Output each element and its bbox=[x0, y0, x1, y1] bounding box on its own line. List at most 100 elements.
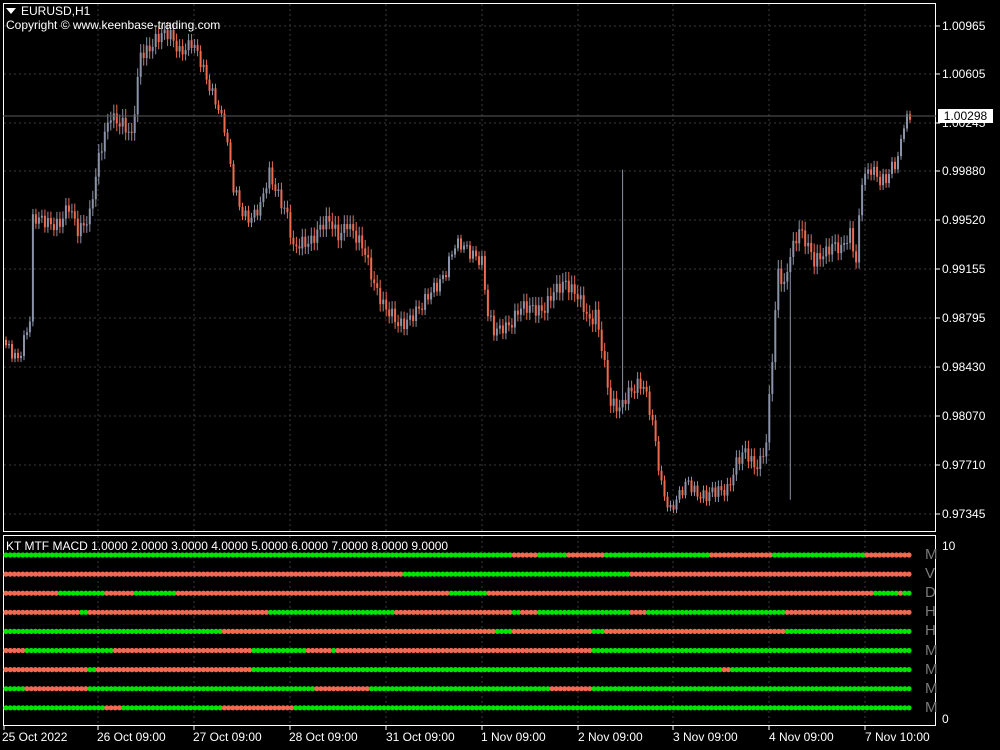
candle-body bbox=[624, 399, 627, 404]
candle-body bbox=[427, 294, 430, 300]
candle bbox=[567, 271, 570, 301]
candle-body bbox=[702, 490, 705, 499]
candle bbox=[367, 246, 370, 266]
candle bbox=[340, 224, 343, 249]
candle-body bbox=[690, 480, 693, 493]
macd-dot bbox=[906, 647, 912, 654]
candle bbox=[226, 129, 229, 146]
candle-body bbox=[196, 45, 199, 51]
candle-body bbox=[549, 296, 552, 301]
candle bbox=[816, 244, 819, 275]
candle bbox=[478, 251, 480, 270]
candle bbox=[594, 301, 597, 332]
time-label: 3 Nov 09:00 bbox=[673, 730, 738, 744]
candle bbox=[825, 238, 828, 264]
macd-dot bbox=[906, 686, 912, 692]
candle bbox=[729, 477, 732, 492]
candle-body bbox=[247, 210, 250, 223]
macd-dot bbox=[906, 667, 912, 673]
candle bbox=[663, 475, 666, 501]
candle-body bbox=[903, 128, 905, 139]
candle-body bbox=[181, 46, 184, 55]
dropdown-triangle-icon[interactable] bbox=[6, 7, 16, 14]
candle-body bbox=[795, 240, 798, 244]
candle bbox=[858, 208, 861, 269]
candle bbox=[148, 37, 151, 59]
candle-body bbox=[133, 114, 136, 133]
candle-body bbox=[55, 218, 58, 230]
candle bbox=[115, 104, 118, 132]
current-price-badge: 1.00298 bbox=[938, 109, 993, 123]
candle-body bbox=[738, 457, 741, 464]
candle bbox=[753, 448, 756, 475]
candle-body bbox=[415, 306, 418, 321]
candle bbox=[469, 241, 471, 263]
candle bbox=[495, 322, 498, 341]
candle-body bbox=[187, 40, 190, 51]
candle bbox=[70, 203, 73, 219]
candle-body bbox=[546, 296, 549, 313]
candle bbox=[492, 309, 495, 341]
candle bbox=[522, 293, 525, 316]
candle bbox=[451, 250, 453, 260]
candle bbox=[310, 227, 313, 251]
candle-body bbox=[340, 232, 343, 241]
candle-body bbox=[708, 492, 711, 502]
candle bbox=[76, 210, 79, 244]
candle-body bbox=[606, 360, 609, 388]
candle-body bbox=[519, 308, 522, 315]
candle-body bbox=[457, 238, 459, 249]
candle bbox=[454, 244, 456, 258]
macd-dot bbox=[906, 552, 912, 558]
candle bbox=[792, 232, 795, 265]
candle-body bbox=[564, 280, 567, 282]
price-label: 0.98430 bbox=[942, 360, 986, 374]
candle bbox=[870, 163, 873, 181]
candle bbox=[463, 241, 465, 253]
candle bbox=[343, 215, 346, 241]
candle bbox=[94, 168, 97, 207]
candle bbox=[714, 481, 717, 502]
candle-body bbox=[684, 481, 687, 496]
candle bbox=[633, 384, 636, 399]
candle-body bbox=[765, 442, 768, 457]
candle bbox=[618, 399, 621, 419]
candle bbox=[214, 83, 217, 109]
candle-body bbox=[885, 174, 888, 184]
candle-body bbox=[780, 268, 783, 285]
candle bbox=[612, 390, 615, 413]
candle-body bbox=[507, 322, 510, 326]
candle bbox=[430, 287, 433, 305]
candle bbox=[37, 211, 40, 229]
chart-canvas[interactable] bbox=[0, 0, 1000, 750]
candle bbox=[570, 275, 573, 301]
candle bbox=[23, 330, 25, 361]
candle-body bbox=[325, 216, 328, 230]
candle bbox=[795, 232, 798, 252]
price-label: 0.97345 bbox=[942, 507, 986, 521]
candle bbox=[660, 465, 663, 485]
candle-body bbox=[355, 230, 358, 243]
candle-body bbox=[79, 223, 82, 237]
candle bbox=[409, 308, 412, 326]
candle bbox=[304, 228, 307, 254]
candle bbox=[193, 39, 196, 54]
timeframe-label: M bbox=[925, 546, 938, 563]
candle-body bbox=[612, 398, 615, 406]
macd-dot bbox=[906, 590, 912, 596]
candle bbox=[486, 284, 489, 322]
candle bbox=[855, 244, 858, 269]
candle bbox=[271, 161, 274, 190]
candle bbox=[28, 316, 31, 337]
candle-body bbox=[463, 245, 465, 250]
candle bbox=[573, 275, 576, 302]
time-label: 25 Oct 2022 bbox=[2, 730, 68, 744]
indicator-scale-min: 0 bbox=[942, 712, 949, 726]
candle-body bbox=[310, 235, 313, 244]
candle-body bbox=[879, 176, 882, 186]
candle-body bbox=[97, 152, 100, 177]
symbol-title[interactable]: EURUSD,H1 bbox=[6, 4, 90, 18]
candle-body bbox=[816, 253, 819, 267]
candle-body bbox=[801, 229, 804, 231]
candle-body bbox=[190, 40, 193, 48]
